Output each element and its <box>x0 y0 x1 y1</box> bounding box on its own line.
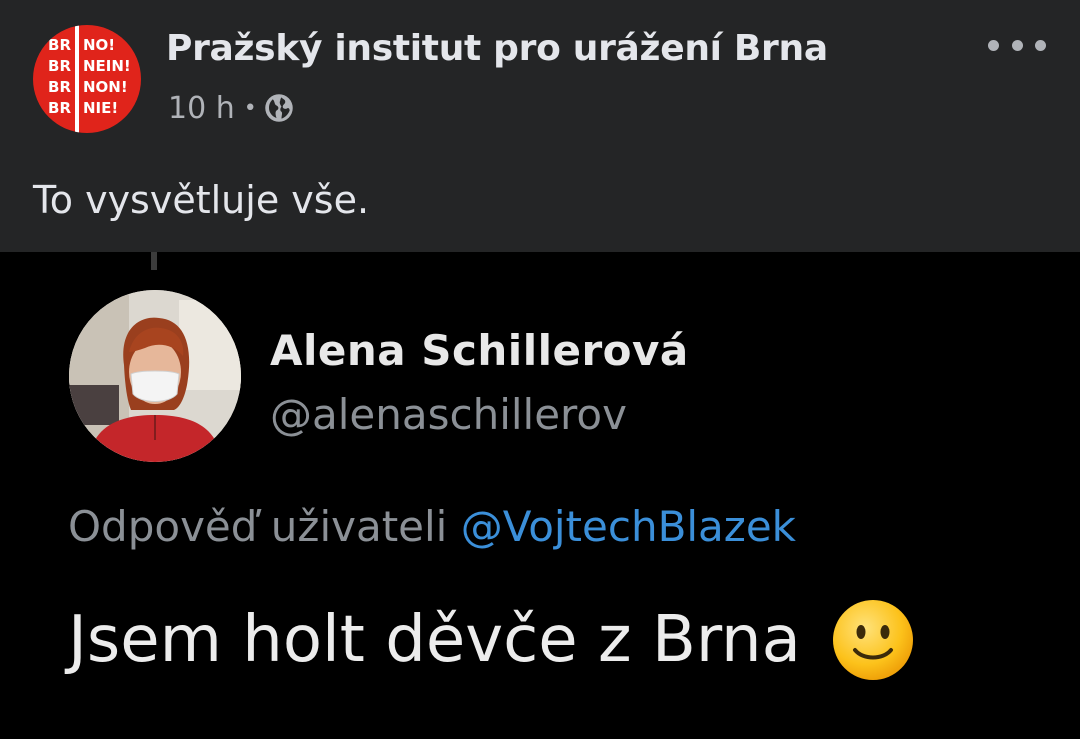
logo-text: BR <box>48 99 71 117</box>
post-meta: 10 h • <box>168 88 294 128</box>
thread-line <box>151 252 157 270</box>
facebook-post-header: BR NO! BR NEIN! BR NON! BR NIE! Pražský … <box>0 0 1080 252</box>
tweet-body: Jsem holt děvče z Brna <box>68 598 915 682</box>
page-name-link[interactable]: Pražský institut pro urážení Brna <box>166 28 828 69</box>
reply-mention-link: @VojtechBlazek <box>460 502 797 551</box>
tweet-author-name: Alena Schillerová <box>270 326 689 375</box>
logo-text: BR <box>48 57 71 75</box>
slightly-smiling-face-icon <box>832 600 913 680</box>
profile-photo <box>69 290 241 462</box>
more-dot <box>1035 39 1046 51</box>
tweet-author-handle: @alenaschillerov <box>270 390 627 439</box>
logo-row: BR NO! <box>33 35 141 55</box>
reply-label: Odpověď uživateli <box>68 502 448 551</box>
logo-row: BR NEIN! <box>33 56 141 76</box>
more-dot <box>1011 39 1023 51</box>
embedded-tweet-screenshot[interactable]: Alena Schillerová @alenaschillerov Odpov… <box>0 252 1080 739</box>
logo-text: BR <box>48 78 71 96</box>
logo-row: BR NIE! <box>33 98 141 118</box>
post-timestamp[interactable]: 10 h <box>168 91 235 126</box>
logo-row: BR NON! <box>33 77 141 97</box>
post-text: To vysvětluje vše. <box>33 178 370 222</box>
logo-text: NEIN! <box>83 57 131 75</box>
more-dot <box>988 39 999 51</box>
logo-text: BR <box>48 36 71 54</box>
globe-icon[interactable] <box>264 93 294 123</box>
tweet-reply-context: Odpověď uživateli @VojtechBlazek <box>68 502 796 551</box>
logo-text: NON! <box>83 78 128 96</box>
logo-text: NO! <box>83 36 116 54</box>
meta-separator: • <box>243 95 257 121</box>
tweet-avatar <box>69 290 241 462</box>
logo-text: NIE! <box>83 99 119 117</box>
more-options-button[interactable] <box>988 30 1046 60</box>
page-avatar[interactable]: BR NO! BR NEIN! BR NON! BR NIE! <box>33 25 141 133</box>
tweet-text: Jsem holt děvče z Brna <box>68 603 801 677</box>
